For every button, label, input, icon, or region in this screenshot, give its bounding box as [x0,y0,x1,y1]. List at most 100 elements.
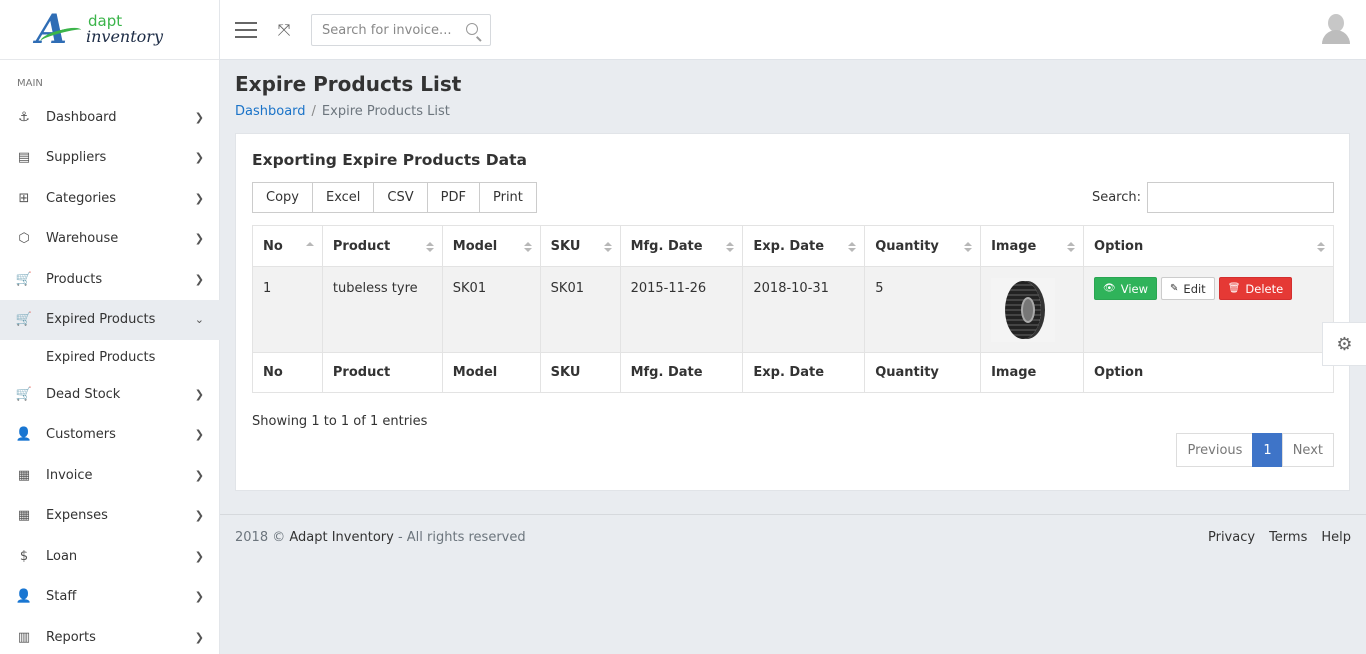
chevron-right-icon: ❯ [194,191,204,205]
fullscreen-icon[interactable]: ⤧ [275,21,293,39]
sidebar-item-label: Warehouse [46,231,119,247]
sidebar-item-label: Dead Stock [46,386,121,402]
sidebar-item-warehouse[interactable]: ⬡ Warehouse ❯ [0,219,220,260]
cell-option: 👁 View ✎ Edit 🗑 Delete [1083,266,1334,353]
csv-button[interactable]: CSV [373,182,428,213]
chevron-right-icon: ❯ [194,110,204,124]
sort-icon [964,242,973,252]
cart-icon: 🛒 [15,271,33,287]
view-button[interactable]: 👁 View [1094,277,1158,300]
sidebar-item-dead-stock[interactable]: 🛒 Dead Stock ❯ [0,374,220,415]
menu-toggle-icon[interactable] [235,22,257,38]
sort-icon [726,242,735,252]
sidebar-item-staff[interactable]: 👤 Staff ❯ [0,577,220,618]
sort-icon [1067,242,1076,252]
column-header-model[interactable]: Model [441,225,541,267]
copy-button[interactable]: Copy [252,182,313,213]
logo-text-line2: inventory [86,27,163,46]
main-content: Expire Products List Dashboard / Expire Pr… [220,60,1366,654]
sidebar-item-label: Expenses [46,508,108,524]
sidebar-item-label: Reports [46,629,96,645]
receipt-icon: ▦ [17,467,31,483]
sidebar-item-invoice[interactable]: ▦ Invoice ❯ [0,455,220,496]
chevron-right-icon: ❯ [194,387,204,401]
product-thumbnail [991,278,1056,342]
chevron-right-icon: ❯ [194,272,204,286]
cell-exp-date: 2018-10-31 [742,266,866,353]
sidebar-item-loan[interactable]: $ Loan ❯ [0,536,220,577]
sidebar-item-label: Suppliers [46,150,107,166]
excel-button[interactable]: Excel [311,182,375,213]
sidebar-item-suppliers[interactable]: ▤ Suppliers ❯ [0,138,220,179]
footer: 2018 © Adapt Inventory - All rights rese… [220,514,1366,560]
table-search: Search: [1092,182,1334,213]
breadcrumb: Dashboard / Expire Products List [235,104,450,119]
column-header-quantity[interactable]: Quantity [864,225,982,267]
chevron-right-icon: ❯ [194,468,204,482]
sidebar-item-expenses[interactable]: ▦ Expenses ❯ [0,496,220,537]
column-header-exp-date[interactable]: Exp. Date [742,225,866,267]
user-icon: 👤 [15,427,33,443]
sidebar-item-expired-products[interactable]: 🛒 Expired Products ⌄ [0,299,220,340]
footer-exp-date: Exp. Date [742,352,866,393]
footer-image: Image [980,352,1085,393]
footer-brand-link[interactable]: Adapt Inventory [289,530,393,545]
column-header-option[interactable]: Option [1083,225,1334,267]
cell-mfg-date: 2015-11-26 [619,266,744,353]
page-title: Expire Products List [235,72,462,96]
chevron-right-icon: ❯ [194,151,204,165]
sidebar-item-products[interactable]: 🛒 Products ❯ [0,259,220,300]
table-header-row: No Product Model SKU Mfg. Date Exp. Date… [252,225,1334,267]
table-search-label: Search: [1091,190,1141,205]
chevron-down-icon: ⌄ [194,313,204,327]
sort-icon [603,242,612,252]
products-card: Exporting Expire Products Data Copy Exce… [235,133,1350,491]
receipt-icon: ▦ [17,508,31,524]
sidebar-item-label: Invoice [46,467,93,483]
cart-icon: 🛒 [15,312,33,328]
table-search-input[interactable] [1147,182,1334,213]
global-search-input[interactable] [312,22,452,38]
sort-icon [848,242,857,252]
next-page-button[interactable]: Next [1281,433,1334,467]
breadcrumb-current: Expire Products List [321,104,450,119]
pdf-button[interactable]: PDF [426,182,480,213]
previous-page-button[interactable]: Previous [1176,433,1254,467]
help-link[interactable]: Help [1321,530,1351,545]
pagination: Previous 1 Next [1176,433,1334,467]
breadcrumb-separator: / [311,104,316,119]
breadcrumb-home-link[interactable]: Dashboard [235,104,306,119]
sidebar-subitem-expired-products[interactable]: Expired Products [0,340,220,374]
avatar[interactable] [1322,14,1350,46]
logo[interactable]: A dapt inventory [0,0,219,60]
privacy-link[interactable]: Privacy [1208,530,1255,545]
column-header-sku[interactable]: SKU [539,225,621,267]
logo-mark: A [36,9,84,50]
search-icon[interactable] [466,23,478,35]
sidebar-item-label: Customers [46,427,116,443]
chevron-right-icon: ❯ [194,549,204,563]
table-row: 1 tubeless tyre SK01 SK01 2015-11-26 201… [252,266,1334,353]
page-1-button[interactable]: 1 [1252,433,1283,467]
delete-button[interactable]: 🗑 Delete [1218,277,1293,300]
column-header-mfg-date[interactable]: Mfg. Date [619,225,744,267]
sidebar-item-label: Products [46,271,103,287]
footer-option: Option [1083,352,1334,393]
chevron-right-icon: ❯ [194,590,204,604]
footer-quantity: Quantity [864,352,982,393]
column-header-no[interactable]: No [252,225,323,267]
gear-icon[interactable]: ⚙ [1322,322,1366,366]
chevron-right-icon: ❯ [194,428,204,442]
column-header-image[interactable]: Image [980,225,1085,267]
edit-button[interactable]: ✎ Edit [1161,277,1215,300]
sidebar-item-dashboard[interactable]: ⚓ Dashboard ❯ [0,97,220,138]
id-card-icon: ▤ [17,150,31,166]
column-header-product[interactable]: Product [321,225,443,267]
sidebar-item-reports[interactable]: ▥ Reports ❯ [0,617,220,654]
eye-icon: 👁 [1103,283,1116,294]
sidebar-item-label: Expired Products [46,312,156,328]
print-button[interactable]: Print [478,182,537,213]
sidebar-item-customers[interactable]: 👤 Customers ❯ [0,415,220,456]
terms-link[interactable]: Terms [1269,530,1307,545]
sidebar-item-categories[interactable]: ⊞ Categories ❯ [0,178,220,219]
